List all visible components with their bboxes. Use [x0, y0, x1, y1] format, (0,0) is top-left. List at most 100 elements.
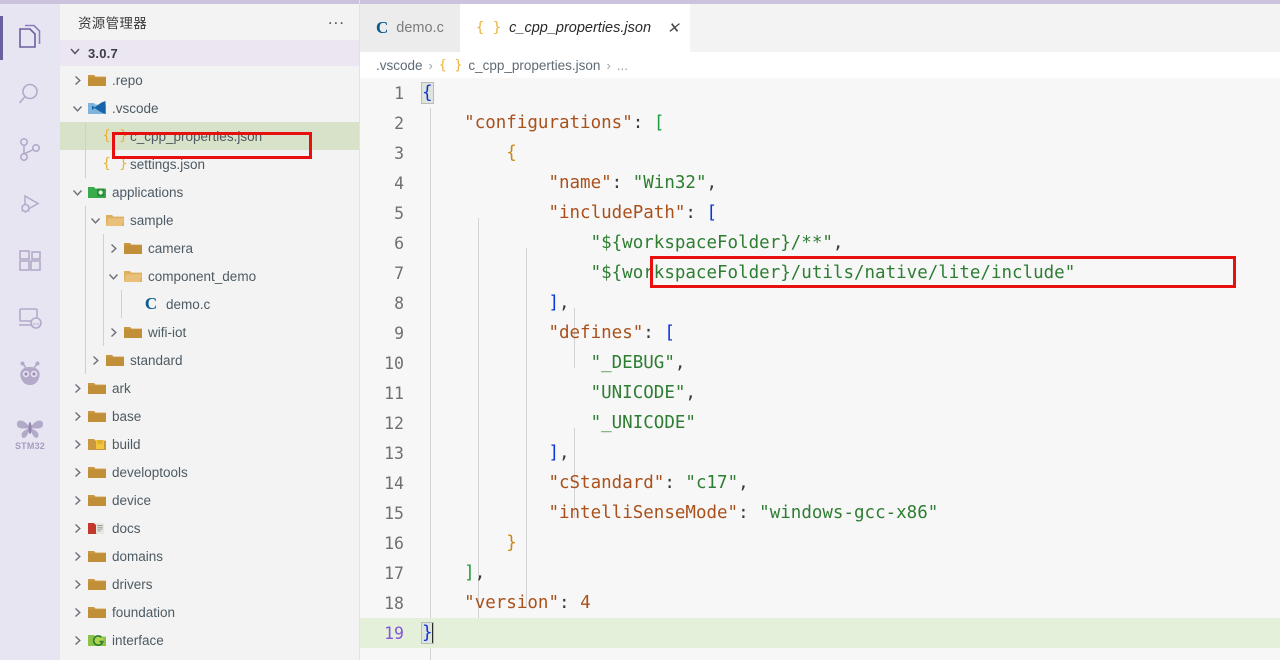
- code-line[interactable]: 17 ],: [360, 558, 1280, 588]
- tree-item-standard[interactable]: standard: [60, 346, 359, 374]
- code-line[interactable]: 7 "${workspaceFolder}/utils/native/lite/…: [360, 258, 1280, 288]
- code-line[interactable]: 9 "defines": [: [360, 318, 1280, 348]
- folder-icon: [86, 577, 108, 591]
- tree-item-developtools[interactable]: developtools: [60, 458, 359, 486]
- activity-bar-item-source-control[interactable]: [0, 122, 60, 178]
- tree-item-label: settings.json: [126, 157, 205, 172]
- c-icon: C: [140, 294, 162, 314]
- chevron-right-icon[interactable]: [68, 382, 86, 395]
- chevron-right-icon[interactable]: [68, 606, 86, 619]
- code-line[interactable]: 15 "intelliSenseMode": "windows-gcc-x86": [360, 498, 1280, 528]
- code-line[interactable]: 1{: [360, 78, 1280, 108]
- code-line[interactable]: 3 {: [360, 138, 1280, 168]
- workspace-root-row[interactable]: 3.0.7: [60, 40, 359, 66]
- folder-icon: [86, 73, 108, 87]
- tree-item-base[interactable]: base: [60, 402, 359, 430]
- tree-item-settings-json[interactable]: { }settings.json: [60, 150, 359, 178]
- code-line[interactable]: 5 "includePath": [: [360, 198, 1280, 228]
- code-line[interactable]: 13 ],: [360, 438, 1280, 468]
- tree-item-build[interactable]: build: [60, 430, 359, 458]
- folder-icon: [122, 325, 144, 339]
- chevron-right-icon[interactable]: [68, 74, 86, 87]
- code-line[interactable]: 16 }: [360, 528, 1280, 558]
- tree-item-interface[interactable]: interface: [60, 626, 359, 654]
- activity-bar-item-embedded-ide[interactable]: [0, 346, 60, 402]
- chevron-down-icon[interactable]: [68, 186, 86, 199]
- file-tree: .repo .vscode{ }c_cpp_properties.json{ }…: [60, 66, 359, 660]
- tree-item-label: build: [108, 437, 141, 452]
- breadcrumb-file[interactable]: c_cpp_properties.json: [468, 58, 600, 73]
- chevron-down-icon[interactable]: [68, 102, 86, 115]
- editor-group: C demo.c { } c_cpp_properties.json ✕ .vs…: [360, 0, 1280, 660]
- code-line[interactable]: 11 "UNICODE",: [360, 378, 1280, 408]
- chevron-right-icon[interactable]: [68, 494, 86, 507]
- activity-bar-item-run-and-debug[interactable]: [0, 178, 60, 234]
- code-line[interactable]: 18 "version": 4: [360, 588, 1280, 618]
- code-line[interactable]: 14 "cStandard": "c17",: [360, 468, 1280, 498]
- tree-item-sample[interactable]: sample: [60, 206, 359, 234]
- code-line[interactable]: 6 "${workspaceFolder}/**",: [360, 228, 1280, 258]
- folder-icon: [86, 409, 108, 423]
- tree-item-applications[interactable]: applications: [60, 178, 359, 206]
- tree-item-label: developtools: [108, 465, 188, 480]
- chevron-right-icon[interactable]: [68, 578, 86, 591]
- tree-item-foundation[interactable]: foundation: [60, 598, 359, 626]
- line-content: "intelliSenseMode": "windows-gcc-x86": [414, 503, 938, 523]
- tree-item-c-cpp-properties-json[interactable]: { }c_cpp_properties.json: [60, 122, 359, 150]
- tree-item-label: ark: [108, 381, 131, 396]
- chevron-right-icon[interactable]: [104, 242, 122, 255]
- tab-label: c_cpp_properties.json: [509, 20, 651, 36]
- line-content: "includePath": [: [414, 203, 717, 223]
- code-line[interactable]: 19}: [360, 618, 1280, 648]
- run-debug-icon: [17, 193, 43, 219]
- line-content: "name": "Win32",: [414, 173, 717, 193]
- chevron-right-icon[interactable]: [68, 634, 86, 647]
- chevron-right-icon[interactable]: [68, 438, 86, 451]
- line-content: "defines": [: [414, 323, 675, 343]
- line-content: "_DEBUG",: [414, 353, 685, 373]
- tree-item-demo-c[interactable]: Cdemo.c: [60, 290, 359, 318]
- activity-bar-item-remote-explorer[interactable]: ><: [0, 290, 60, 346]
- activity-bar-item-explorer[interactable]: [0, 10, 60, 66]
- tree-item-component-demo[interactable]: component_demo: [60, 262, 359, 290]
- breadcrumb: .vscode › { } c_cpp_properties.json › ..…: [360, 52, 1280, 78]
- code-lines: 1{2 "configurations": [3 {4 "name": "Win…: [360, 78, 1280, 648]
- chevron-right-icon[interactable]: [86, 354, 104, 367]
- tree-item-device[interactable]: device: [60, 486, 359, 514]
- tree-item-ark[interactable]: ark: [60, 374, 359, 402]
- chevron-right-icon[interactable]: [68, 466, 86, 479]
- tree-item-wifi-iot[interactable]: wifi-iot: [60, 318, 359, 346]
- json-icon: { }: [104, 156, 126, 172]
- chevron-right-icon[interactable]: [68, 522, 86, 535]
- sidebar-explorer: 资源管理器 ... 3.0.7 .repo .vscode{ }c_cpp_pr…: [60, 0, 360, 660]
- tree-item-docs[interactable]: docs: [60, 514, 359, 542]
- activity-bar-item-extensions[interactable]: [0, 234, 60, 290]
- chevron-down-icon[interactable]: [104, 270, 122, 283]
- tree-item--repo[interactable]: .repo: [60, 66, 359, 94]
- tree-item-camera[interactable]: camera: [60, 234, 359, 262]
- breadcrumb-folder[interactable]: .vscode: [376, 58, 423, 73]
- code-line[interactable]: 2 "configurations": [: [360, 108, 1280, 138]
- chevron-right-icon[interactable]: [68, 410, 86, 423]
- tree-item--vscode[interactable]: .vscode: [60, 94, 359, 122]
- activity-bar-item-stm32[interactable]: STM32: [0, 402, 60, 464]
- code-line[interactable]: 12 "_UNICODE": [360, 408, 1280, 438]
- tab-demo-c[interactable]: C demo.c: [360, 4, 460, 52]
- chevron-right-icon[interactable]: [68, 550, 86, 563]
- tab-c-cpp-properties-json[interactable]: { } c_cpp_properties.json ✕: [460, 4, 690, 52]
- vscode-window: ><: [0, 0, 1280, 660]
- code-line[interactable]: 10 "_DEBUG",: [360, 348, 1280, 378]
- explorer-more-actions-button[interactable]: ...: [328, 14, 345, 30]
- code-line[interactable]: 4 "name": "Win32",: [360, 168, 1280, 198]
- chevron-right-icon[interactable]: [104, 326, 122, 339]
- chevron-down-icon[interactable]: [86, 214, 104, 227]
- tree-item-label: docs: [108, 521, 141, 536]
- tree-item-drivers[interactable]: drivers: [60, 570, 359, 598]
- tree-item-domains[interactable]: domains: [60, 542, 359, 570]
- activity-bar-item-search[interactable]: [0, 66, 60, 122]
- close-icon[interactable]: ✕: [667, 21, 680, 36]
- breadcrumb-more[interactable]: ...: [617, 58, 628, 73]
- code-editor[interactable]: 1{2 "configurations": [3 {4 "name": "Win…: [360, 78, 1280, 660]
- tree-item-label: c_cpp_properties.json: [126, 129, 262, 144]
- code-line[interactable]: 8 ],: [360, 288, 1280, 318]
